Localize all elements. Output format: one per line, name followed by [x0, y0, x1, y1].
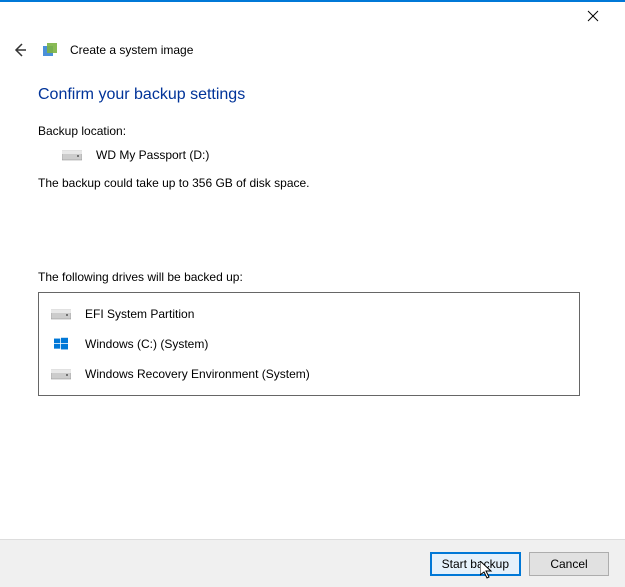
content-area: Confirm your backup settings Backup loca… [0, 66, 625, 396]
footer: Start backup Cancel [0, 539, 625, 587]
start-backup-button[interactable]: Start backup [430, 552, 521, 576]
back-arrow-icon [12, 42, 28, 58]
header: Create a system image [0, 30, 625, 66]
system-image-icon [42, 42, 58, 58]
window-title: Create a system image [70, 43, 193, 57]
backup-destination-row: WD My Passport (D:) [62, 148, 587, 162]
close-icon [587, 10, 599, 22]
drive-name: Windows Recovery Environment (System) [85, 367, 310, 381]
drive-name: Windows (C:) (System) [85, 337, 208, 351]
page-heading: Confirm your backup settings [38, 86, 587, 104]
drive-row: Windows Recovery Environment (System) [39, 359, 579, 389]
drive-row: Windows (C:) (System) [39, 329, 579, 359]
drive-row: EFI System Partition [39, 299, 579, 329]
drive-icon [62, 148, 82, 162]
back-button[interactable] [10, 40, 30, 60]
drives-list: EFI System Partition Windows (C:) (Syste… [38, 292, 580, 396]
windows-drive-icon [51, 337, 71, 351]
drive-icon [51, 307, 71, 321]
drive-name: EFI System Partition [85, 307, 194, 321]
close-button[interactable] [573, 2, 613, 30]
drive-icon [51, 367, 71, 381]
titlebar [0, 0, 625, 30]
disk-space-note: The backup could take up to 356 GB of di… [38, 176, 587, 190]
backup-location-label: Backup location: [38, 124, 587, 138]
drives-list-label: The following drives will be backed up: [38, 270, 587, 284]
backup-destination-name: WD My Passport (D:) [96, 148, 209, 162]
cancel-button[interactable]: Cancel [529, 552, 609, 576]
